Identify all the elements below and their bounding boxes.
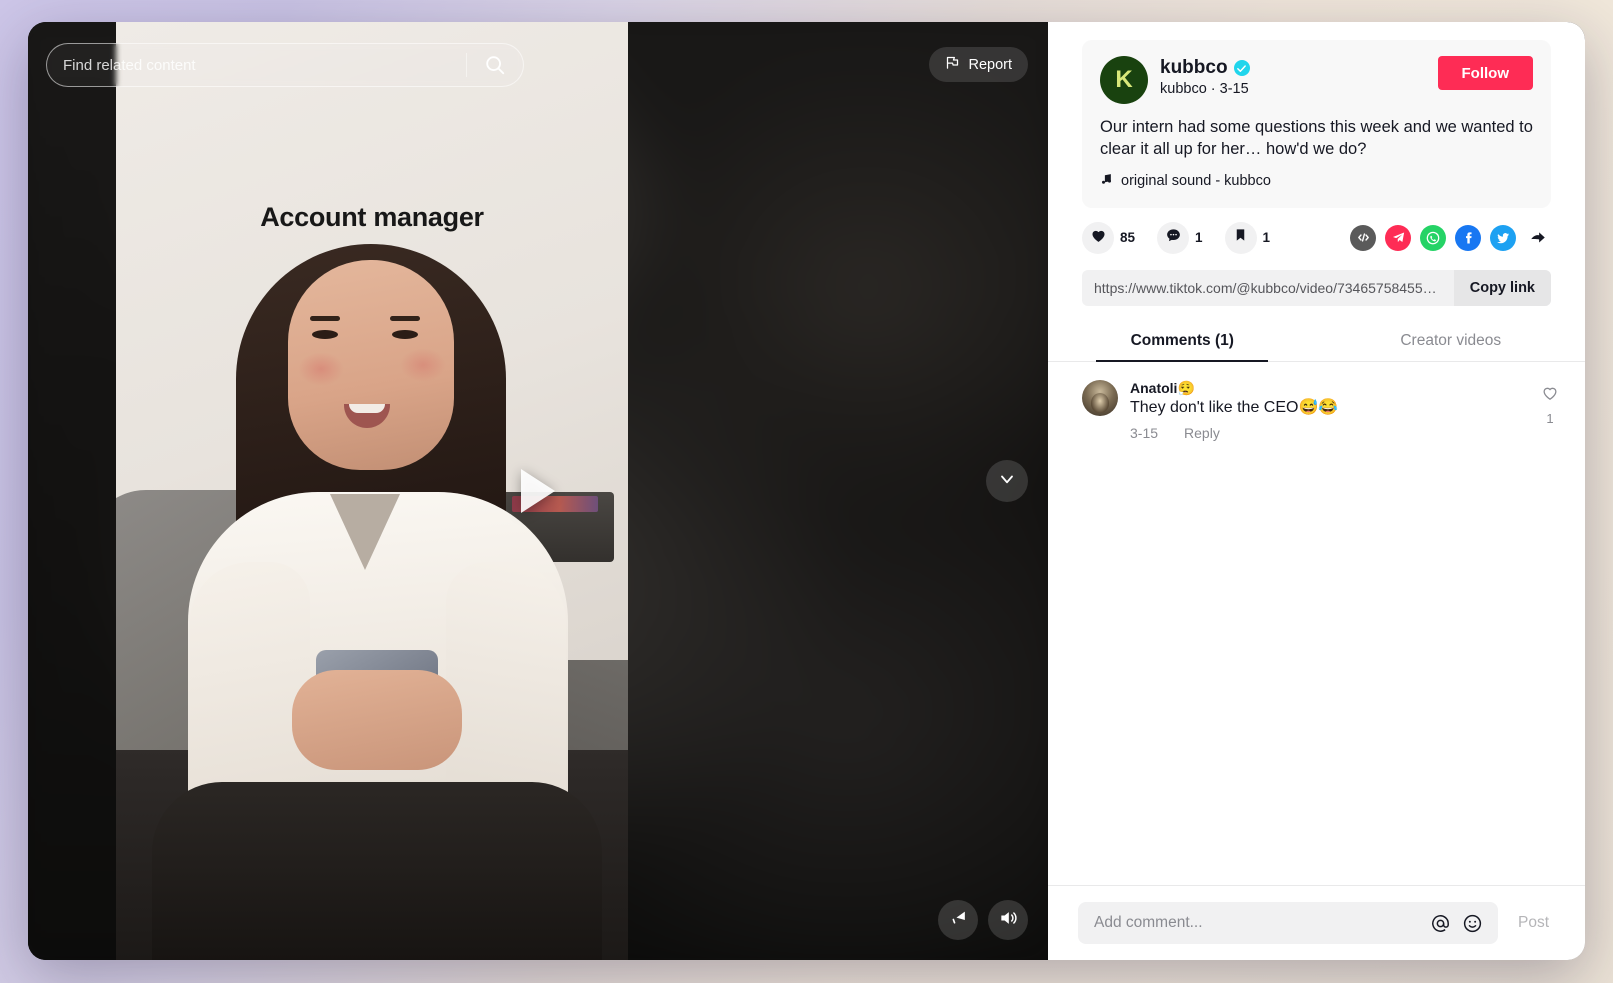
person-brow-right [390,316,420,321]
panel-tabs: Comments (1) Creator videos [1048,320,1585,362]
facebook-icon[interactable] [1455,224,1481,251]
follow-button[interactable]: Follow [1437,56,1533,90]
author-display-name[interactable]: kubbco [1160,57,1228,79]
like-count: 85 [1120,230,1136,246]
panel-header: K kubbco kubbco · 3-15 Follow Our intern… [1048,22,1585,208]
like-button[interactable] [1082,221,1114,254]
video-description: Our intern had some questions this week … [1100,118,1533,158]
video-caption-overlay: Account manager [260,202,484,232]
tab-comments[interactable]: Comments (1) [1048,320,1317,361]
video-url[interactable]: https://www.tiktok.com/@kubbco/video/734… [1082,280,1454,296]
share-icons [1350,224,1551,251]
comment-group: 1 [1157,221,1203,254]
comment-text: They don't like the CEO😅😂 [1130,398,1339,416]
comment-input-wrapper[interactable] [1078,902,1498,944]
post-comment-button[interactable]: Post [1512,914,1555,932]
heart-filled-icon [1090,227,1107,249]
related-content-search[interactable] [46,43,524,87]
video-detail-panel: K kubbco kubbco · 3-15 Follow Our intern… [1048,22,1585,960]
at-mention-icon[interactable] [1428,910,1454,936]
play-icon[interactable] [521,469,555,513]
comment-avatar[interactable] [1082,379,1118,416]
comment-date: 3-15 [1130,424,1159,441]
author-row: K kubbco kubbco · 3-15 Follow [1100,56,1533,104]
comment-bubble-icon [1165,227,1182,249]
comments-list[interactable]: Anatoli😮‍💨 They don't like the CEO😅😂 3-1… [1048,362,1585,885]
comment-author-name[interactable]: Anatoli😮‍💨 [1130,380,1529,397]
author-meta: kubbco kubbco · 3-15 [1160,56,1426,97]
comment-meta: 3-15 Reply [1130,425,1529,441]
copy-link-row: https://www.tiktok.com/@kubbco/video/734… [1082,269,1551,306]
search-input[interactable] [47,56,466,74]
embed-code-icon[interactable] [1350,224,1376,251]
person-hands [292,670,462,770]
bookmark-group: 1 [1224,221,1271,254]
person-lap [152,782,602,960]
twitter-icon[interactable] [1490,224,1516,251]
volume-button[interactable] [988,900,1028,940]
like-group: 85 [1082,221,1136,254]
video-modal: Account manager Report [28,22,1585,960]
action-bar: 85 1 1 [1048,208,1585,254]
search-icon[interactable] [467,44,523,86]
report-label: Report [968,56,1012,73]
comment-reply-button[interactable]: Reply [1184,425,1220,441]
telegram-icon[interactable] [1385,224,1411,251]
comment-like-button[interactable]: 1 [1541,380,1559,426]
copy-link-button[interactable]: Copy link [1453,269,1551,306]
tab-creator-videos[interactable]: Creator videos [1317,320,1586,361]
person-eye-right [392,330,418,339]
bookmark-count: 1 [1262,230,1271,246]
person-brow-left [310,316,340,321]
comment-composer: Post [1048,885,1585,960]
comment-body: Anatoli😮‍💨 They don't like the CEO😅😂 3-1… [1130,380,1529,441]
author-name-row: kubbco [1160,57,1426,79]
author-card: K kubbco kubbco · 3-15 Follow Our intern… [1082,40,1551,208]
comment-like-count: 1 [1546,410,1554,426]
comment-item: Anatoli😮‍💨 They don't like the CEO😅😂 3-1… [1082,379,1559,441]
video-controls [938,900,1028,940]
heart-outline-icon [1541,384,1559,407]
playback-speed-button[interactable] [938,900,978,940]
bookmark-filled-icon [1233,227,1248,248]
report-button[interactable]: Report [929,47,1028,82]
next-video-button[interactable] [986,460,1028,502]
avatar[interactable]: K [1100,56,1148,104]
person-eye-left [312,330,338,339]
music-row[interactable]: original sound - kubbco [1100,172,1533,190]
flag-icon [945,55,960,74]
emoji-smiley-icon[interactable] [1460,910,1486,936]
comment-count: 1 [1195,230,1203,246]
volume-on-icon [998,908,1018,933]
comment-button[interactable] [1157,221,1190,254]
person-blush-right [400,348,446,382]
verified-badge-icon [1233,60,1250,76]
chevron-down-icon [997,469,1017,494]
person-blush-left [298,352,344,386]
music-label: original sound - kubbco [1121,172,1271,189]
video-stage[interactable]: Account manager Report [28,22,1048,960]
whatsapp-icon[interactable] [1420,224,1446,251]
share-arrow-icon[interactable] [1525,225,1551,251]
music-note-icon [1100,172,1113,190]
comment-input[interactable] [1094,914,1422,932]
author-handle-date: kubbco · 3-15 [1160,81,1249,97]
bookmark-button[interactable] [1224,221,1257,254]
playback-speed-icon [949,908,968,932]
